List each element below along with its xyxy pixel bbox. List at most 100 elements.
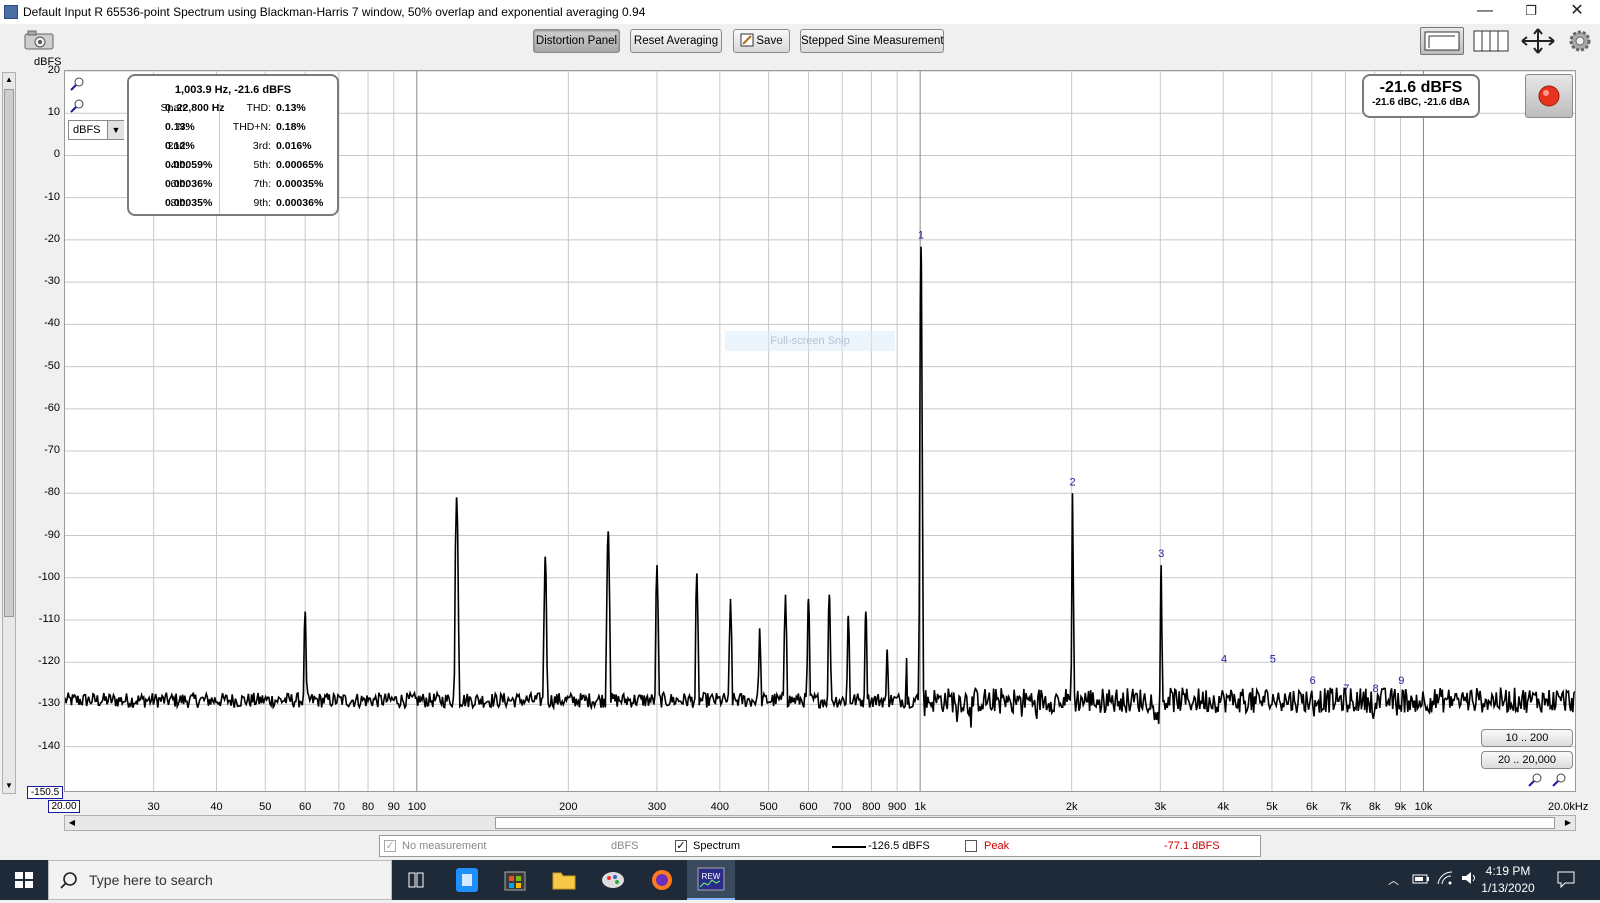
x-zoom-in-icon[interactable] — [1551, 772, 1567, 788]
minimize-button[interactable]: — — [1462, 0, 1508, 24]
spectrum-line-swatch — [832, 846, 866, 848]
y-tick-label: -40 — [44, 317, 60, 330]
legend-bar: ✓ No measurement dBFS ✓ Spectrum -126.5 … — [379, 835, 1261, 857]
window-title: Default Input R 65536-point Spectrum usi… — [23, 5, 646, 19]
units-dropdown-value: dBFS — [73, 124, 101, 136]
clock-date[interactable]: 1/13/2020 — [1478, 881, 1538, 895]
distortion-panel-button[interactable]: Distortion Panel — [533, 29, 620, 53]
x-tick-label: 2k — [1065, 801, 1078, 813]
restore-button[interactable]: ❐ — [1508, 0, 1554, 24]
snip-watermark: Full-screen Snip — [725, 331, 895, 351]
range-20-20000-button[interactable]: 20 .. 20,000 — [1481, 751, 1573, 769]
level-readout: -21.6 dBFS -21.6 dBC, -21.6 dBA — [1362, 74, 1480, 118]
paint-app-icon[interactable] — [589, 860, 637, 900]
spectrum-value: -126.5 dBFS — [868, 840, 930, 852]
distortion-label: 3rd: — [252, 140, 271, 152]
x-tick-label: 50 — [259, 801, 272, 813]
graph-view-icon[interactable] — [1420, 27, 1464, 55]
close-button[interactable]: ✕ — [1554, 0, 1600, 24]
firefox-icon[interactable] — [638, 860, 686, 900]
search-icon — [59, 871, 79, 891]
wifi-icon[interactable] — [1436, 870, 1454, 886]
rew-app-icon[interactable]: REW — [687, 860, 735, 900]
level-main: -21.6 dBFS — [1379, 79, 1463, 96]
x-min-field[interactable]: 20.00 — [48, 800, 80, 813]
harmonic-label: 3 — [1158, 548, 1164, 560]
y-min-field[interactable]: -150.5 — [27, 786, 63, 799]
microsoft-store-icon[interactable] — [491, 860, 539, 900]
notifications-icon[interactable] — [1556, 870, 1576, 889]
no-measurement-unit: dBFS — [611, 840, 639, 852]
y-tick-label: -110 — [38, 612, 60, 625]
x-tick-label: 10k — [1414, 801, 1433, 813]
range-10-200-button[interactable]: 10 .. 200 — [1481, 729, 1573, 747]
spectrum-label: Spectrum — [693, 840, 741, 852]
horizontal-scroll-thumb[interactable] — [495, 817, 1555, 829]
x-tick-label: 500 — [759, 801, 778, 813]
volume-icon[interactable] — [1460, 870, 1478, 886]
y-tick-label: -70 — [44, 444, 60, 457]
distortion-label: 7th: — [253, 178, 271, 190]
app-icon — [4, 5, 18, 19]
distortion-label: THD: — [246, 102, 272, 114]
scroll-down-icon[interactable]: ▼ — [3, 779, 15, 793]
windows-start-icon[interactable] — [0, 860, 48, 900]
save-button[interactable]: Save — [733, 29, 790, 53]
x-tick-label: 40 — [210, 801, 223, 813]
camera-icon[interactable] — [24, 30, 54, 50]
y-tick-label: -30 — [44, 275, 60, 288]
peak-label: Peak — [984, 840, 1010, 852]
x-tick-label: 5k — [1266, 801, 1278, 813]
stepped-sine-button[interactable]: Stepped Sine Measurement — [800, 29, 944, 53]
peak-value: -77.1 dBFS — [1164, 840, 1220, 852]
y-tick-label: -140 — [37, 739, 60, 752]
spectrum-checkbox[interactable]: ✓ — [675, 840, 687, 852]
save-label: Save — [756, 35, 783, 47]
vertical-scrollbar[interactable]: ▲ ▼ — [2, 72, 16, 794]
distortion-value: 0.12% — [165, 140, 195, 152]
columns-icon[interactable] — [1472, 27, 1510, 55]
y-tick-label: -120 — [37, 655, 60, 668]
scroll-left-icon[interactable]: ◀ — [65, 816, 79, 830]
units-dropdown[interactable]: dBFS ▼ — [68, 120, 124, 140]
gear-icon[interactable] — [1567, 27, 1593, 55]
spectrum-trace — [65, 246, 1575, 728]
record-button[interactable] — [1525, 74, 1573, 118]
distortion-value: 0.18% — [276, 121, 306, 133]
distortion-value: 0.13% — [276, 102, 306, 114]
y-tick-label: 20 — [47, 64, 60, 76]
x-tick-label: 200 — [559, 801, 578, 813]
reset-averaging-button[interactable]: Reset Averaging — [630, 29, 722, 53]
no-measurement-checkbox[interactable]: ✓ — [384, 840, 396, 852]
store-app-icon[interactable] — [443, 860, 491, 900]
zoom-in-icon[interactable] — [69, 76, 85, 92]
title-bar: Default Input R 65536-point Spectrum usi… — [0, 0, 1600, 24]
distortion-value: 0.00035% — [276, 178, 324, 190]
distortion-label: 5th: — [253, 159, 271, 171]
record-icon — [1538, 85, 1560, 107]
peak-checkbox[interactable] — [965, 840, 977, 852]
chevron-up-icon[interactable]: ︿ — [1388, 872, 1402, 887]
y-tick-label: -10 — [44, 190, 60, 203]
zoom-out-icon[interactable] — [69, 98, 85, 114]
harmonic-label: 2 — [1069, 476, 1075, 488]
task-view-icon[interactable] — [392, 860, 440, 900]
distortion-value: 0.00035% — [165, 197, 213, 209]
y-tick-label: -130 — [37, 697, 60, 710]
clock-time[interactable]: 4:19 PM — [1478, 864, 1538, 878]
chevron-down-icon[interactable]: ▼ — [107, 121, 124, 139]
no-measurement-label: No measurement — [402, 840, 487, 852]
distortion-header: 1,003.9 Hz, -21.6 dBFS — [174, 84, 292, 96]
y-tick-label: -80 — [44, 486, 60, 499]
fit-arrows-icon[interactable] — [1518, 27, 1558, 55]
taskbar-search[interactable]: Type here to search — [48, 860, 392, 900]
y-tick-label: 10 — [47, 106, 60, 119]
x-zoom-out-icon[interactable] — [1527, 772, 1543, 788]
scroll-right-icon[interactable]: ▶ — [1561, 816, 1575, 830]
x-tick-label: 1k — [914, 801, 926, 813]
distortion-value: 0.00036% — [165, 178, 213, 190]
harmonic-label: 4 — [1221, 654, 1227, 666]
file-explorer-icon[interactable] — [540, 860, 588, 900]
battery-icon[interactable] — [1412, 872, 1430, 886]
horizontal-scrollbar[interactable]: ◀ ▶ — [64, 815, 1576, 831]
